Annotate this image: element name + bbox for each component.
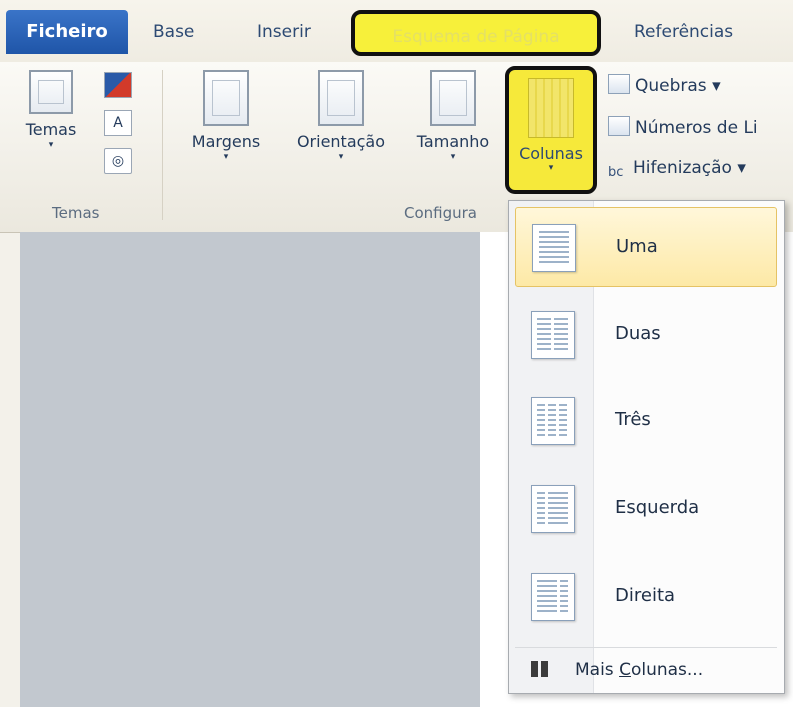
theme-colors-icon[interactable] [104, 72, 132, 98]
orientation-icon [318, 70, 364, 126]
page-setup-group-label: Configura [404, 204, 477, 222]
menu-item-left-column[interactable]: Esquerda [515, 469, 777, 549]
orientation-button[interactable]: Orientação ▾ [284, 70, 398, 162]
line-numbers-label: Números de Li [635, 118, 758, 138]
right-column-icon [531, 573, 575, 621]
margins-button[interactable]: Margens ▾ [180, 70, 272, 162]
menu-item-two-columns[interactable]: Duas [515, 295, 777, 375]
breaks-label: Quebras ▾ [635, 76, 721, 96]
line-numbers-button[interactable]: Números de Li [608, 116, 758, 138]
document-background [20, 232, 480, 707]
size-label: Tamanho [416, 132, 490, 151]
tab-insert[interactable]: Inserir [257, 14, 311, 50]
menu-item-one-column[interactable]: Uma [515, 207, 777, 287]
menu-item-label: Duas [615, 323, 661, 344]
size-icon [430, 70, 476, 126]
hyphenation-button[interactable]: bc Hifenização ▾ [608, 158, 746, 182]
ribbon-tab-bar: Ficheiro Base Inserir Esquema de Página … [0, 0, 793, 62]
menu-item-label: Esquerda [615, 497, 700, 518]
size-button[interactable]: Tamanho ▾ [404, 70, 502, 162]
menu-item-label: Uma [616, 236, 658, 257]
line-numbers-icon [608, 116, 630, 136]
tab-home[interactable]: Base [153, 14, 194, 50]
menu-divider [515, 647, 777, 648]
hyphenation-label: Hifenização ▾ [633, 158, 746, 178]
margins-icon [203, 70, 249, 126]
tab-page-layout[interactable]: Esquema de Página [351, 10, 601, 56]
chevron-down-icon: ▾ [338, 152, 344, 162]
two-columns-icon [531, 311, 575, 359]
breaks-button[interactable]: Quebras ▾ [608, 74, 721, 96]
left-column-icon [531, 485, 575, 533]
breaks-icon [608, 74, 630, 94]
orientation-label: Orientação [296, 132, 386, 151]
tab-references[interactable]: Referências [634, 14, 733, 50]
group-divider [162, 70, 163, 220]
menu-item-label: Três [615, 409, 651, 430]
columns-dropdown-menu: Uma Duas Três Esquerda Direita Mais Colu… [508, 200, 785, 694]
theme-fonts-icon[interactable]: A [104, 110, 132, 136]
one-column-icon [532, 224, 576, 272]
themes-group-label: Temas [52, 204, 100, 222]
menu-item-three-columns[interactable]: Três [515, 381, 777, 461]
themes-button[interactable]: Temas ▾ [22, 70, 80, 150]
menu-item-right-column[interactable]: Direita [515, 557, 777, 637]
more-columns-label: Mais Colunas... [575, 660, 703, 680]
themes-icon [29, 70, 73, 114]
chevron-down-icon: ▾ [450, 152, 456, 162]
columns-button[interactable]: Colunas ▾ [505, 66, 597, 194]
columns-icon [528, 78, 574, 138]
theme-effects-icon[interactable]: ◎ [104, 148, 132, 174]
tab-file[interactable]: Ficheiro [6, 10, 128, 54]
themes-label: Temas [25, 120, 77, 139]
more-columns-access-key: C [619, 660, 631, 680]
more-columns-prefix: Mais [575, 660, 620, 680]
more-columns-rest: olunas... [630, 660, 704, 680]
three-columns-icon [531, 397, 575, 445]
columns-label: Colunas [519, 144, 583, 163]
more-columns-button[interactable]: Mais Colunas... [515, 653, 777, 689]
chevron-down-icon: ▾ [48, 140, 54, 150]
chevron-down-icon: ▾ [548, 163, 554, 173]
menu-item-label: Direita [615, 585, 676, 606]
hyphenation-icon: bc [608, 165, 624, 180]
more-columns-icon [531, 661, 549, 677]
chevron-down-icon: ▾ [223, 152, 229, 162]
margins-label: Margens [191, 132, 261, 151]
